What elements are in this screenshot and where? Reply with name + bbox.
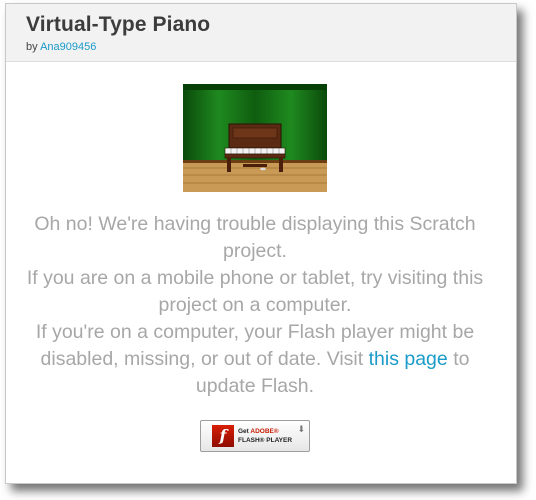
flash-logo-icon: f xyxy=(212,425,234,447)
message-line-1: Oh no! We're having trouble displaying t… xyxy=(34,213,476,262)
message-line-2: If you are on a mobile phone or tablet, … xyxy=(26,267,484,316)
flash-button-label: Get ADOBE® FLASH® PLAYER xyxy=(238,427,292,445)
project-title: Virtual-Type Piano xyxy=(26,13,211,36)
flash-error-message: Oh no! We're having trouble displaying t… xyxy=(12,211,498,400)
download-arrow-icon: ⬇ xyxy=(297,424,305,434)
byline-prefix: by xyxy=(26,41,38,53)
flash-adobe-text: ADOBE® xyxy=(250,428,279,435)
project-thumbnail xyxy=(183,84,327,192)
flash-get-text: Get xyxy=(238,428,249,435)
author-link[interactable]: Ana909456 xyxy=(40,41,96,53)
get-flash-player-button[interactable]: f Get ADOBE® FLASH® PLAYER ⬇ xyxy=(200,420,310,452)
flash-product-text: FLASH® PLAYER xyxy=(238,437,293,444)
message-line-3: If you're on a computer, your Flash play… xyxy=(12,319,498,400)
update-flash-link[interactable]: this page xyxy=(369,348,448,370)
project-header: Virtual-Type Piano by Ana909456 xyxy=(6,4,516,62)
byline: by Ana909456 xyxy=(26,41,96,53)
